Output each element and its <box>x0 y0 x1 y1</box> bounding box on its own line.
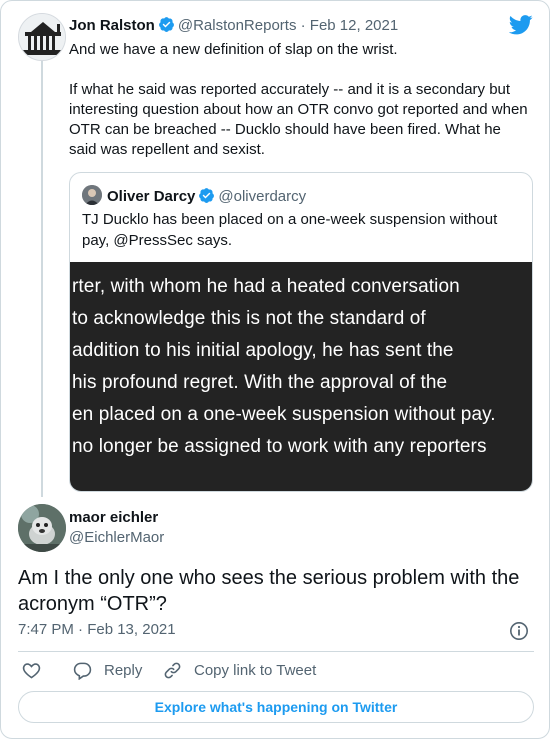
explore-twitter-button[interactable]: Explore what's happening on Twitter <box>18 691 534 723</box>
thread-connector-line <box>41 61 43 497</box>
quoted-tweet-text: TJ Ducklo has been placed on a one-week … <box>82 211 498 249</box>
verified-badge-icon <box>158 17 174 32</box>
author-avatar-maor-eichler[interactable] <box>18 504 66 552</box>
image-text-line: no longer be assigned to work with any r… <box>72 436 487 457</box>
avatar-image <box>19 14 65 60</box>
copy-link-button[interactable]: Copy link to Tweet <box>163 661 316 680</box>
copy-link-label: Copy link to Tweet <box>194 662 317 679</box>
reply-tweet-text: Am I the only one who sees the serious p… <box>18 567 520 615</box>
main-tweet-paragraph-1: And we have a new definition of slap on … <box>69 41 398 58</box>
quoted-avatar-image <box>82 185 102 205</box>
reply-label: Reply <box>104 662 143 679</box>
header-separator: · <box>300 17 306 34</box>
reply-button[interactable]: Reply <box>73 661 142 680</box>
image-text-line: rter, with whom he had a heated conversa… <box>72 276 460 297</box>
quoted-author-handle[interactable]: @oliverdarcy <box>218 188 306 205</box>
like-button[interactable] <box>22 661 53 679</box>
actions-divider <box>18 651 534 652</box>
author-handle[interactable]: @RalstonReports <box>178 17 297 34</box>
reply-timestamp[interactable]: 7:47 PM · Feb 13, 2021 <box>18 621 176 638</box>
heart-icon <box>22 663 41 679</box>
image-text-line: to acknowledge this is not the standard … <box>72 308 426 329</box>
reply-icon <box>73 662 92 680</box>
tweet-embed-card: Jon Ralston @RalstonReports · Feb 12, 202… <box>0 0 550 739</box>
main-tweet-header: Jon Ralston @RalstonReports · Feb 12, 202… <box>69 16 398 34</box>
quoted-author-avatar <box>82 185 102 205</box>
reply-tweet-header: maor eichler @EichlerMaor <box>69 509 164 546</box>
main-tweet-paragraph-2: If what he said was reported accurately … <box>69 81 528 158</box>
tweet-date[interactable]: Feb 12, 2021 <box>310 17 398 34</box>
reply-author-handle[interactable]: @EichlerMaor <box>69 529 164 546</box>
avatar-image <box>18 504 66 552</box>
quoted-author-name[interactable]: Oliver Darcy <box>107 188 195 205</box>
link-icon <box>164 662 181 679</box>
image-text-line: en placed on a one-week suspension witho… <box>72 404 496 425</box>
verified-badge-icon <box>199 188 215 203</box>
image-text-line: his profound regret. With the approval o… <box>72 372 448 393</box>
quoted-tweet-image[interactable]: rter, with whom he had a heated conversa… <box>70 262 532 491</box>
explore-label: Explore what's happening on Twitter <box>154 699 398 715</box>
image-text-line: addition to his initial apology, he has … <box>72 340 454 361</box>
main-tweet-text: And we have a new definition of slap on … <box>69 40 531 160</box>
quoted-tweet[interactable]: Oliver Darcy @oliverdarcy TJ Ducklo has b… <box>69 172 533 492</box>
quoted-tweet-header: Oliver Darcy @oliverdarcy <box>82 185 306 205</box>
reply-author-name[interactable]: maor eichler <box>69 509 158 526</box>
author-name[interactable]: Jon Ralston <box>69 17 155 34</box>
author-avatar-jon-ralston[interactable] <box>18 13 66 61</box>
info-icon[interactable] <box>509 621 529 641</box>
twitter-bird-icon[interactable] <box>509 15 533 35</box>
